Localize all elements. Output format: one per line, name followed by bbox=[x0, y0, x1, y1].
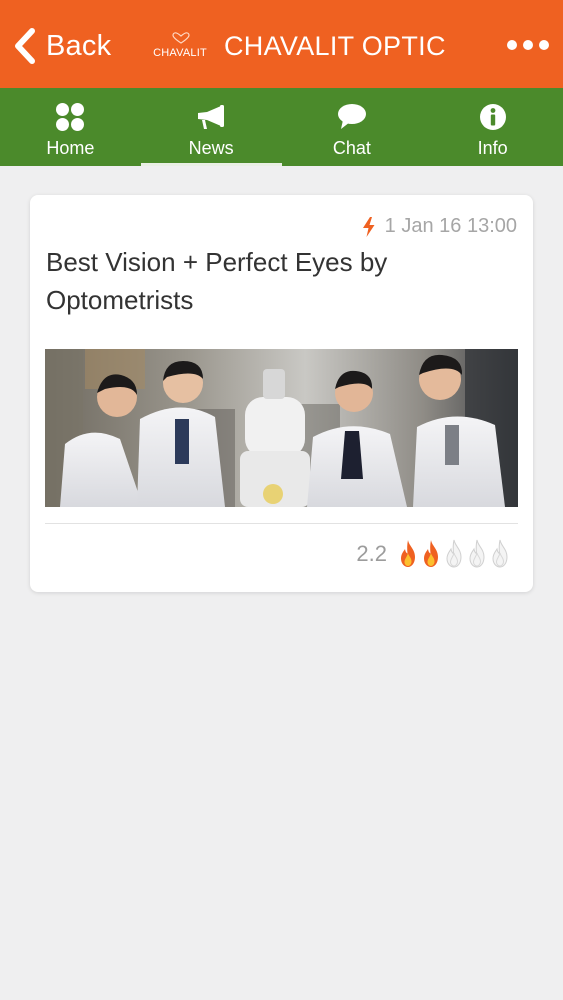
brand: CHAVALIT CHAVALIT OPTIC bbox=[150, 24, 446, 68]
post-meta: 1 Jan 16 13:00 bbox=[361, 215, 517, 238]
heart-icon bbox=[172, 32, 190, 44]
rating-score: 2.2 bbox=[356, 541, 387, 566]
tab-info[interactable]: Info bbox=[422, 88, 563, 166]
flame-icon bbox=[446, 539, 462, 568]
back-label: Back bbox=[46, 29, 112, 62]
photo-optometrists bbox=[45, 349, 518, 507]
tab-label: Home bbox=[46, 138, 95, 158]
back-button[interactable]: Back bbox=[12, 24, 111, 68]
card-divider bbox=[45, 523, 518, 524]
more-dots-icon bbox=[539, 40, 549, 50]
tab-label: Info bbox=[477, 138, 508, 158]
tab-label: News bbox=[188, 138, 234, 158]
brand-logo: CHAVALIT bbox=[150, 31, 210, 61]
tab-label: Chat bbox=[332, 138, 371, 158]
page-title: CHAVALIT OPTIC bbox=[224, 30, 446, 61]
more-dots-icon bbox=[507, 40, 517, 50]
post-timestamp: 1 Jan 16 13:00 bbox=[384, 215, 517, 237]
info-circle-icon bbox=[477, 101, 509, 133]
chat-bubble-icon bbox=[336, 101, 368, 133]
chevron-left-icon bbox=[15, 28, 35, 64]
more-button[interactable] bbox=[507, 36, 549, 54]
app-header: Back CHAVALIT CHAVALIT OPTIC bbox=[0, 0, 563, 88]
tab-bar: Home News Chat Info bbox=[0, 88, 563, 166]
post-rating[interactable]: 2.2 bbox=[356, 539, 511, 569]
logo-text: CHAVALIT bbox=[153, 47, 207, 59]
tab-news[interactable]: News bbox=[140, 88, 282, 166]
tab-home[interactable]: Home bbox=[0, 88, 141, 166]
post-title[interactable]: Best Vision + Perfect Eyes by Optometris… bbox=[46, 243, 506, 319]
flame-icon bbox=[492, 539, 508, 568]
post-image[interactable] bbox=[45, 349, 518, 507]
megaphone-icon bbox=[195, 101, 227, 133]
lightning-icon bbox=[362, 216, 375, 237]
flame-icon bbox=[424, 540, 438, 567]
news-card[interactable]: 1 Jan 16 13:00 Best Vision + Perfect Eye… bbox=[30, 195, 533, 592]
more-dots-icon bbox=[523, 40, 533, 50]
rating-flames bbox=[397, 539, 511, 569]
flame-icon bbox=[469, 539, 485, 568]
grid-dots-icon bbox=[54, 101, 86, 133]
flame-icon bbox=[401, 540, 415, 567]
tab-chat[interactable]: Chat bbox=[282, 88, 423, 166]
